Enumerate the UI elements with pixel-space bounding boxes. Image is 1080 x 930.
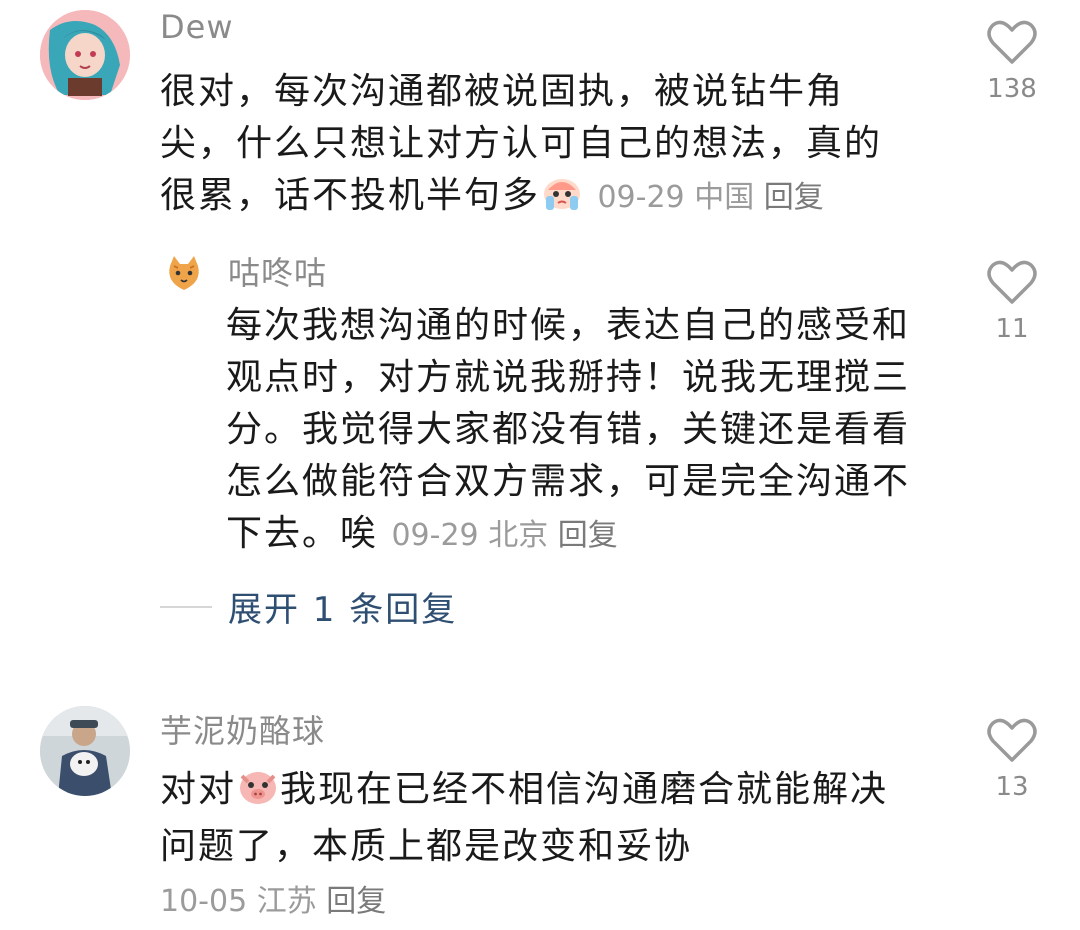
- comment-line: 观点时，对方就说我掰持！说我无理搅三: [226, 357, 911, 398]
- comment-location: 中国: [694, 180, 755, 215]
- comment-location: 江苏: [256, 884, 317, 919]
- pig-face-emoji: [236, 766, 280, 821]
- comment-date: 10-05: [160, 884, 248, 919]
- username[interactable]: Dew: [160, 8, 234, 46]
- cat-avatar-icon: [169, 256, 199, 290]
- like-button[interactable]: 13: [977, 718, 1047, 802]
- username[interactable]: 咕咚咕: [228, 248, 327, 294]
- photo-avatar-icon: [40, 706, 130, 796]
- reply-button[interactable]: 回复: [764, 180, 824, 215]
- comment-line: 问题了，本质上都是改变和妥协: [160, 826, 693, 867]
- divider: [160, 605, 212, 608]
- reply-button[interactable]: 回复: [558, 518, 618, 553]
- comment-location: 北京: [488, 518, 549, 553]
- crying-face-emoji: [540, 172, 584, 227]
- comment-line: 怎么做能符合双方需求，可是完全沟通不: [226, 461, 911, 502]
- expand-replies-label: 展开 1 条回复: [228, 590, 458, 630]
- heart-icon: [987, 718, 1037, 762]
- like-count: 138: [987, 74, 1037, 104]
- comment-text: 对对 我现在已经不相信沟通磨合就能解决 问题了，本质上都是改变和妥协: [160, 764, 960, 873]
- comment-line: 每次我想沟通的时候，表达自己的感受和: [226, 305, 911, 346]
- comment-meta: 10-05 江苏 回复: [160, 876, 386, 920]
- expand-replies-button[interactable]: 展开 1 条回复: [160, 582, 457, 631]
- comment-text: 很对，每次沟通都被说固执，被说钻牛角 尖，什么只想让对方认可自己的想法，真的 很…: [160, 66, 950, 227]
- like-button[interactable]: 138: [977, 20, 1047, 104]
- username[interactable]: 芋泥奶酪球: [160, 706, 325, 752]
- like-button[interactable]: 11: [977, 260, 1047, 344]
- heart-icon: [987, 20, 1037, 64]
- avatar[interactable]: [40, 706, 130, 796]
- comment-date: 09-29: [391, 518, 479, 553]
- avatar[interactable]: [164, 254, 204, 294]
- avatar[interactable]: [40, 10, 130, 100]
- comment-text: 每次我想沟通的时候，表达自己的感受和 观点时，对方就说我掰持！说我无理搅三 分。…: [226, 300, 966, 562]
- comment-line: 分。我觉得大家都没有错，关键还是看看: [226, 409, 911, 450]
- comment-date: 09-29: [597, 180, 685, 215]
- comment-line: 很对，每次沟通都被说固执，被说钻牛角: [160, 71, 845, 112]
- comment-line: 对对: [160, 769, 237, 810]
- comment-line: 很累，话不投机半句多: [160, 175, 541, 216]
- comment-line: 尖，什么只想让对方认可自己的想法，真的: [160, 123, 883, 164]
- reply-button[interactable]: 回复: [326, 884, 386, 919]
- comment-line: 下去。唉: [226, 513, 379, 554]
- like-count: 13: [995, 772, 1029, 802]
- anime-avatar-icon: [40, 10, 130, 100]
- like-count: 11: [995, 314, 1029, 344]
- comment-line: 我现在已经不相信沟通磨合就能解决: [280, 769, 889, 810]
- heart-icon: [987, 260, 1037, 304]
